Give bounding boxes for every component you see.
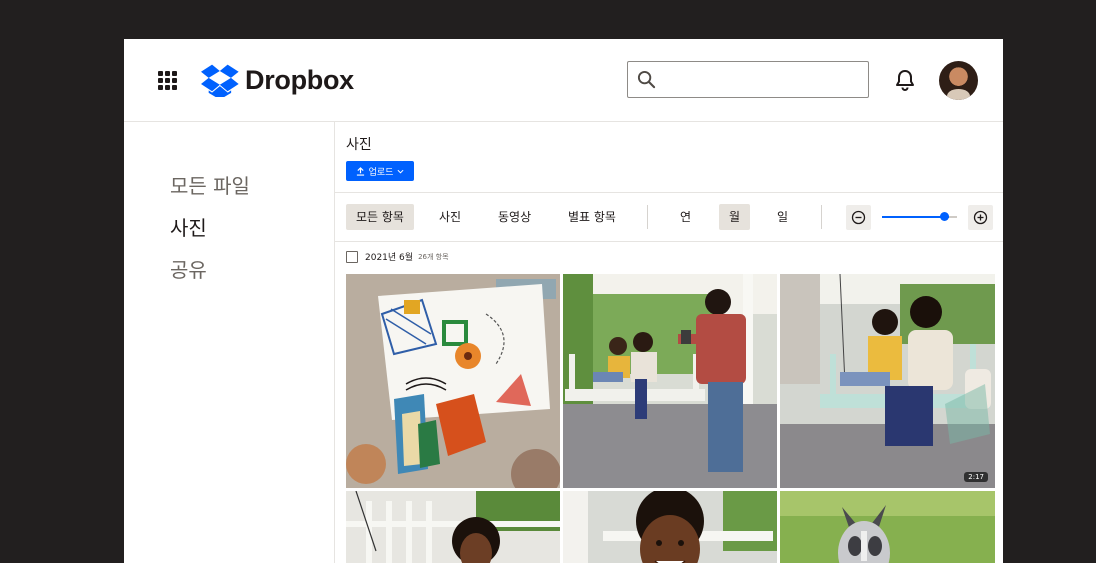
dropbox-logo[interactable]: Dropbox — [201, 64, 354, 97]
chevron-down-icon — [397, 169, 404, 174]
sidebar-item-shared[interactable]: 공유 — [170, 254, 207, 283]
minus-circle-icon — [851, 210, 866, 225]
user-avatar[interactable] — [939, 61, 978, 100]
search-input[interactable] — [664, 62, 864, 99]
zoom-slider-rest — [949, 216, 957, 218]
group-count: 26개 항목 — [418, 252, 449, 261]
video-duration-badge: 2:17 — [964, 472, 988, 482]
photo-dog-on-grass[interactable] — [780, 491, 995, 563]
filter-photos[interactable]: 사진 — [429, 204, 471, 230]
zoom-slider-handle[interactable] — [940, 212, 949, 221]
logo-wordmark: Dropbox — [245, 65, 354, 95]
top-header: Dropbox — [124, 39, 1003, 122]
select-group-checkbox[interactable] — [346, 250, 358, 263]
search-box[interactable] — [627, 61, 869, 99]
bell-icon[interactable] — [893, 68, 917, 96]
upload-label: 업로드 — [368, 167, 394, 178]
sidebar-item-photos[interactable]: 사진 — [170, 212, 207, 241]
main-panel: 사진 업로드 모든 항목 사진 동영상 별표 항목 연 월 일 2021년 6월… — [334, 122, 1003, 563]
upload-button[interactable]: 업로드 — [346, 161, 414, 181]
period-day[interactable]: 일 — [767, 204, 798, 230]
page-title: 사진 — [346, 137, 372, 153]
photo-colorful-collage[interactable] — [346, 274, 560, 488]
group-date: 2021년 6월 — [365, 253, 414, 263]
sidebar: 모든 파일 사진 공유 — [124, 122, 334, 563]
filter-starred[interactable]: 별표 항목 — [558, 204, 626, 230]
period-month[interactable]: 월 — [719, 204, 751, 230]
photo-mother-and-son-on-porch-swing[interactable]: 2:17 — [780, 274, 995, 488]
filter-toolbar: 모든 항목 사진 동영상 별표 항목 연 월 일 — [335, 192, 1003, 242]
sidebar-item-all-files[interactable]: 모든 파일 — [170, 170, 250, 199]
plus-circle-icon — [973, 210, 988, 225]
photo-smiling-boy-close-up[interactable] — [563, 491, 777, 563]
zoom-out-button[interactable] — [846, 205, 871, 230]
dropbox-box-icon — [201, 64, 239, 97]
toolbar-divider — [821, 205, 822, 229]
zoom-in-button[interactable] — [968, 205, 993, 230]
filter-videos[interactable]: 동영상 — [488, 204, 541, 230]
photo-group-header: 2021년 6월 26개 항목 — [346, 250, 449, 263]
search-icon — [637, 70, 656, 93]
photo-boy-on-porch-swing[interactable] — [346, 491, 560, 563]
upload-icon — [356, 166, 364, 176]
filter-all-items[interactable]: 모든 항목 — [346, 204, 414, 230]
dropbox-window: Dropbox 모든 파일 사진 공유 사진 업로드 모든 항목 사진 동영상 … — [124, 39, 1003, 563]
photo-man-photographing-family-on-porch-swing[interactable] — [563, 274, 777, 488]
toolbar-divider — [647, 205, 648, 229]
period-year[interactable]: 연 — [670, 204, 701, 230]
app-grid-icon[interactable] — [158, 71, 177, 90]
